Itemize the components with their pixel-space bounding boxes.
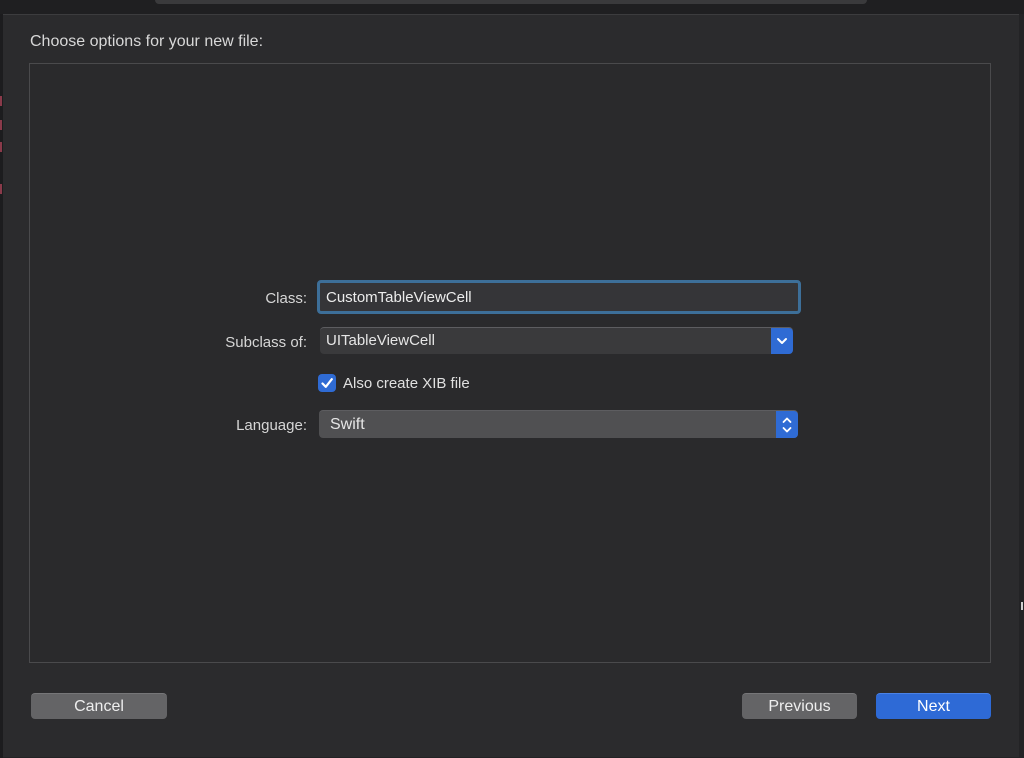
language-popup-button[interactable]: Swift <box>319 410 798 438</box>
editor-gutter-mark <box>0 142 2 152</box>
checkmark-icon <box>321 378 333 388</box>
toolbar-activity-area <box>155 0 867 4</box>
next-button[interactable]: Next <box>876 693 991 719</box>
create-xib-label[interactable]: Also create XIB file <box>343 375 470 392</box>
editor-gutter-mark <box>0 184 2 194</box>
class-name-input[interactable] <box>317 280 801 314</box>
background-editor-mark <box>1021 602 1023 610</box>
editor-gutter-mark <box>0 120 2 130</box>
class-label: Class: <box>265 290 307 307</box>
language-label: Language: <box>236 417 307 434</box>
chevron-down-icon[interactable] <box>771 328 793 354</box>
options-panel: Class: Subclass of: UITableViewCell Also… <box>29 63 991 663</box>
xcode-window: Choose options for your new file: Class:… <box>0 0 1024 758</box>
new-file-options-sheet: Choose options for your new file: Class:… <box>3 14 1019 757</box>
subclass-combo-box[interactable]: UITableViewCell <box>320 327 793 354</box>
window-toolbar-strip <box>0 0 1024 14</box>
previous-button[interactable]: Previous <box>742 693 857 719</box>
up-down-chevron-icon <box>776 411 798 438</box>
cancel-button[interactable]: Cancel <box>31 693 167 719</box>
editor-gutter-mark <box>0 96 2 106</box>
language-value: Swift <box>330 416 365 433</box>
sheet-title: Choose options for your new file: <box>30 33 264 50</box>
create-xib-checkbox[interactable] <box>318 374 336 392</box>
subclass-label: Subclass of: <box>225 334 307 351</box>
subclass-value: UITableViewCell <box>326 332 435 349</box>
